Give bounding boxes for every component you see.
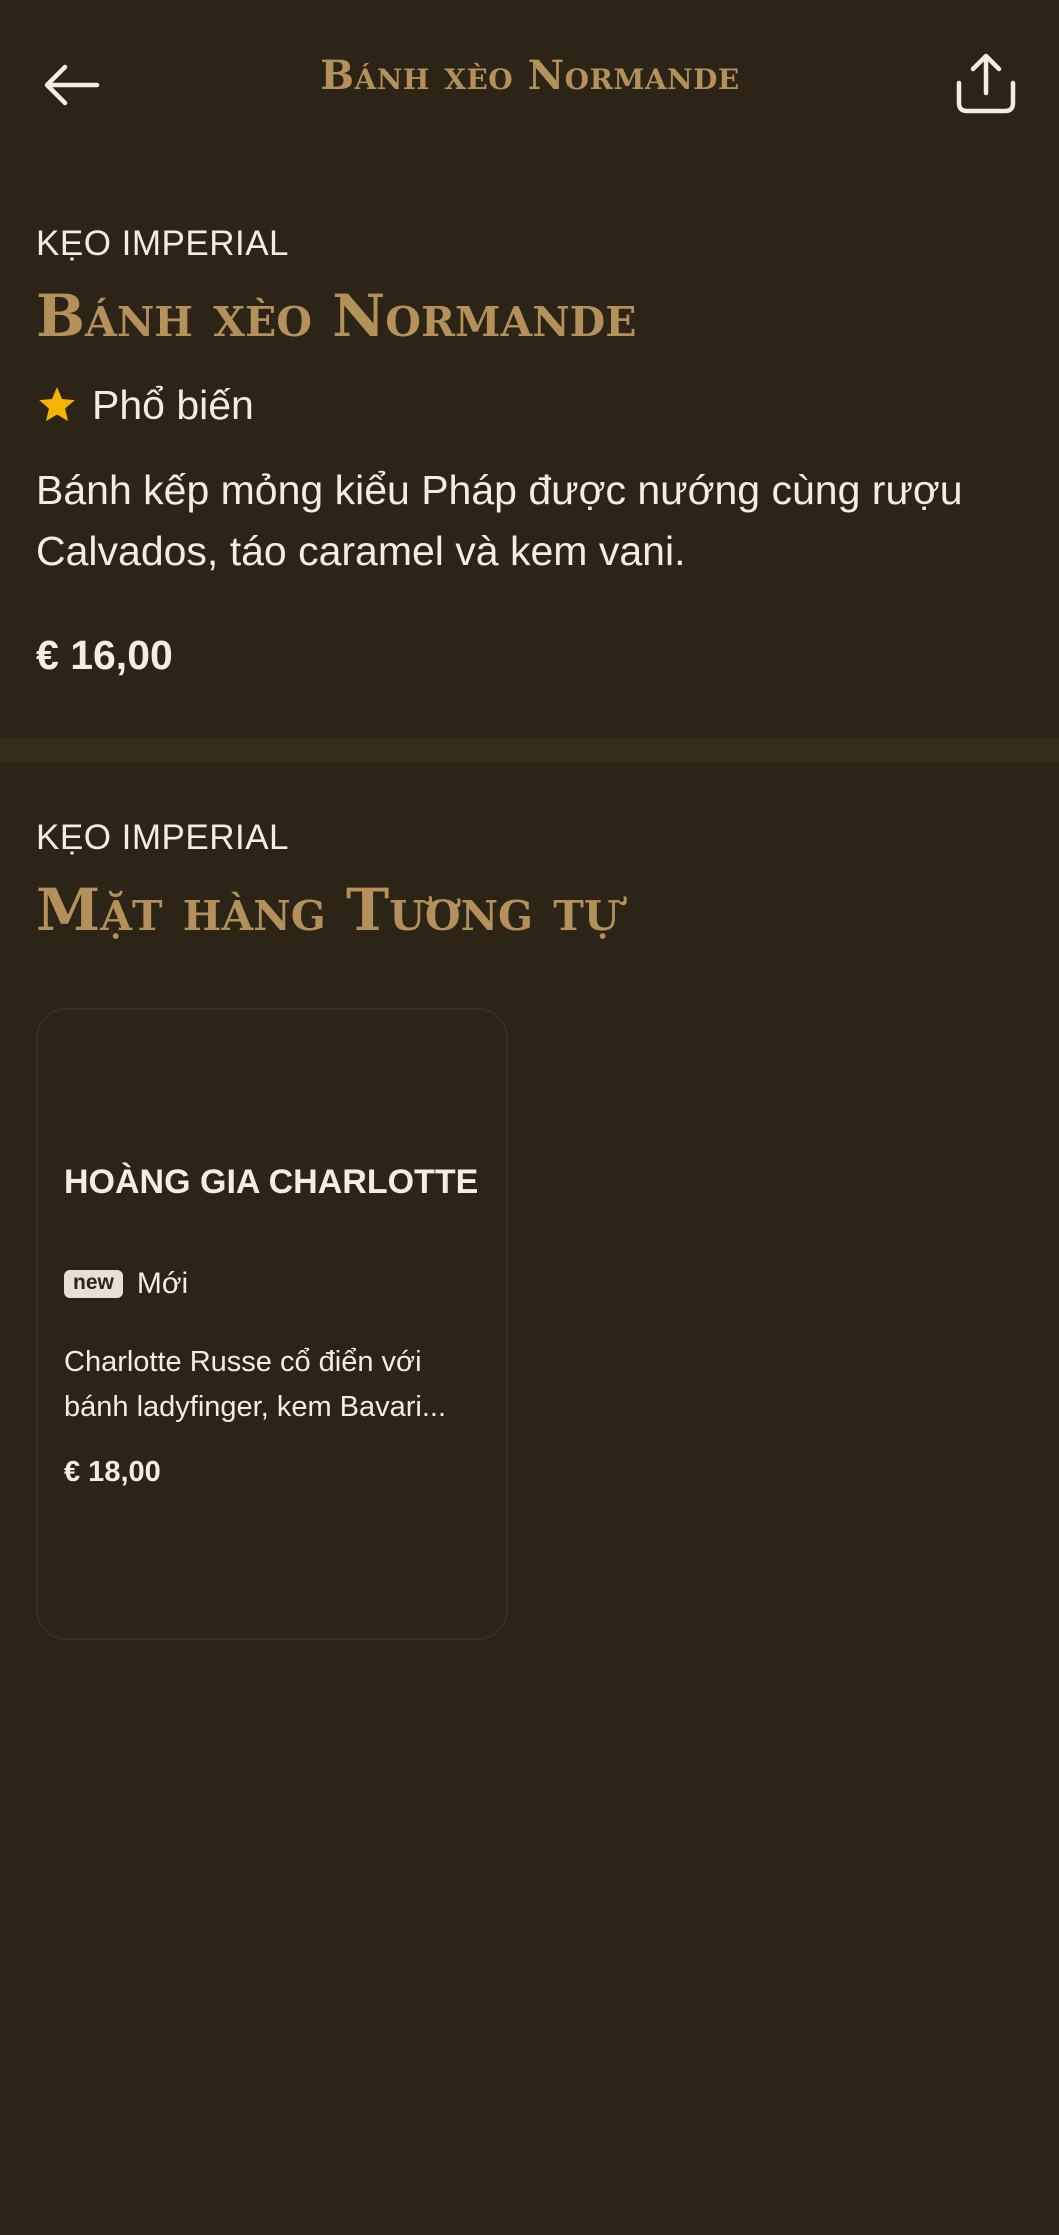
new-badge: new Mới	[64, 1264, 188, 1304]
item-description: Bánh kếp mỏng kiểu Pháp được nướng cùng …	[36, 467, 963, 574]
similar-category: KẸO IMPERIAL	[36, 818, 290, 857]
similar-title: Mặt hàng Tương tự	[36, 876, 620, 944]
header-title: Bánh xèo Normande	[320, 52, 740, 99]
item-price: € 16,00	[36, 632, 173, 678]
item-detail-section: KẸO IMPERIAL Bánh xèo Normande Phổ biến …	[0, 170, 1059, 738]
arrow-left-icon	[44, 64, 100, 106]
card-description-line: bánh ladyfinger, kem Bavari...	[64, 1391, 447, 1423]
top-app-bar: Bánh xèo Normande	[0, 0, 1059, 170]
item-title: Bánh xèo Normande	[36, 282, 637, 350]
card-title: HOÀNG GIA CHARLOTTE	[64, 1163, 479, 1201]
back-button[interactable]	[36, 50, 106, 120]
similar-items-section: KẸO IMPERIAL Mặt hàng Tương tự HOÀNG GIA…	[0, 762, 1059, 1662]
card-description-line: Charlotte Russe cổ điển với	[64, 1346, 422, 1378]
card-description: Charlotte Russe cổ điển với bánh ladyfin…	[64, 1340, 494, 1430]
share-button[interactable]	[950, 48, 1022, 120]
popular-badge: Phổ biến	[36, 380, 254, 430]
share-upload-icon	[956, 53, 1016, 114]
card-price: € 18,00	[64, 1456, 161, 1488]
new-pill: new	[64, 1270, 123, 1298]
similar-item-card[interactable]: HOÀNG GIA CHARLOTTE new Mới Charlotte Ru…	[36, 1008, 508, 1640]
card-badge-label: Mới	[136, 1267, 189, 1300]
section-divider	[0, 738, 1059, 762]
star-icon	[39, 387, 75, 422]
item-category: KẸO IMPERIAL	[36, 224, 290, 263]
badge-label: Phổ biến	[92, 381, 254, 428]
